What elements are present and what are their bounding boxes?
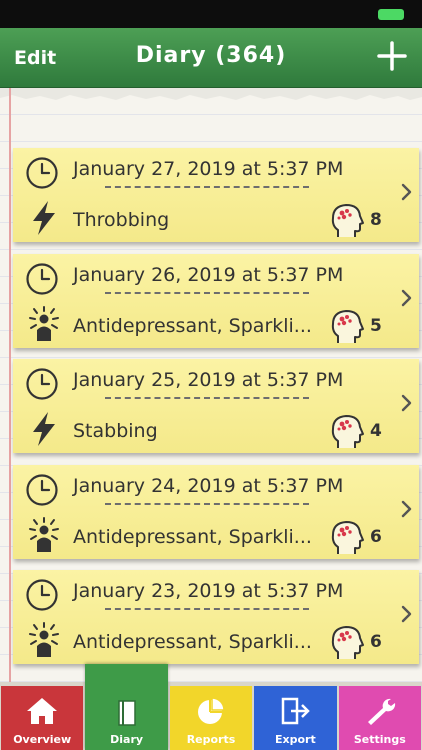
entry-date: January 24, 2019 at 5:37 PM — [73, 474, 344, 497]
pain-level: 6 — [370, 526, 382, 547]
person-radiating-icon — [27, 305, 61, 342]
pie-chart-icon — [193, 696, 229, 726]
entry-divider — [105, 186, 309, 188]
entry-date: January 26, 2019 at 5:37 PM — [73, 263, 344, 286]
person-radiating-icon — [27, 622, 61, 658]
entry-divider — [105, 397, 309, 399]
chevron-right-icon — [401, 499, 413, 519]
chevron-right-icon — [401, 604, 413, 624]
battery-icon — [378, 9, 404, 20]
chevron-right-icon — [401, 288, 413, 308]
entry-description: Antidepressant, Sparkli... — [73, 631, 312, 653]
tab-reports[interactable]: Reports — [169, 686, 253, 750]
pain-level: 5 — [370, 315, 382, 336]
wrench-icon — [362, 696, 398, 726]
head-icon — [329, 517, 365, 557]
entry-divider — [105, 608, 309, 610]
entry-description: Throbbing — [73, 209, 170, 231]
entry-description: Antidepressant, Sparkli... — [73, 314, 312, 337]
margin-line — [9, 88, 11, 682]
clock-icon — [25, 262, 59, 296]
tab-label: Settings — [353, 733, 406, 746]
entry-description: Antidepressant, Sparkli... — [73, 525, 312, 548]
entry-divider — [105, 502, 309, 505]
pain-level: 4 — [370, 421, 382, 441]
tab-bar: Overview Diary Reports Export Settings — [0, 664, 422, 750]
person-radiating-icon — [27, 516, 61, 553]
entry-description: Stabbing — [73, 420, 158, 442]
clock-icon — [25, 367, 59, 401]
page-title: Diary (364) — [135, 43, 287, 68]
tab-settings[interactable]: Settings — [338, 686, 421, 750]
tab-label: Reports — [186, 733, 236, 746]
clock-icon — [25, 578, 59, 612]
tab-label: Export — [275, 733, 316, 746]
diary-entry[interactable]: January 27, 2019 at 5:37 PM Throbbing 8 — [13, 148, 419, 242]
head-icon — [329, 306, 365, 346]
chevron-right-icon — [401, 182, 413, 202]
lightning-icon — [27, 411, 61, 447]
book-icon — [109, 698, 145, 728]
entry-date: January 23, 2019 at 5:37 PM — [73, 580, 344, 602]
diary-entry[interactable]: January 25, 2019 at 5:37 PM Stabbing 4 — [13, 359, 419, 453]
head-icon — [329, 200, 365, 240]
add-entry-button[interactable] — [374, 38, 410, 74]
diary-entry[interactable]: January 26, 2019 at 5:37 PM Antidepressan… — [13, 253, 419, 348]
diary-entry[interactable]: January 24, 2019 at 5:37 PM Antidepressan… — [13, 464, 419, 559]
diary-list[interactable]: January 27, 2019 at 5:37 PM Throbbing 8 Jan… — [0, 88, 422, 682]
clock-icon — [25, 156, 59, 190]
tab-label: Diary — [110, 733, 144, 746]
lightning-icon — [27, 200, 61, 236]
diary-entry[interactable]: January 23, 2019 at 5:37 PM Antidepressan… — [13, 570, 419, 664]
torn-paper-edge — [0, 88, 422, 100]
tab-export[interactable]: Export — [254, 686, 337, 750]
entry-divider — [105, 291, 309, 294]
clock-icon — [25, 473, 59, 507]
pain-level: 6 — [370, 632, 382, 652]
head-icon — [329, 622, 365, 662]
entry-date: January 27, 2019 at 5:37 PM — [73, 158, 344, 180]
head-icon — [329, 411, 365, 451]
tab-label: Overview — [13, 733, 72, 746]
status-bar — [0, 0, 422, 28]
tab-overview[interactable]: Overview — [1, 686, 84, 750]
tab-diary[interactable]: Diary — [85, 664, 168, 750]
house-icon — [24, 696, 60, 726]
export-icon — [277, 696, 313, 726]
entry-date: January 25, 2019 at 5:37 PM — [73, 369, 344, 391]
chevron-right-icon — [401, 393, 413, 413]
nav-bar: Edit Diary (364) — [0, 28, 422, 88]
pain-level: 8 — [370, 210, 382, 230]
